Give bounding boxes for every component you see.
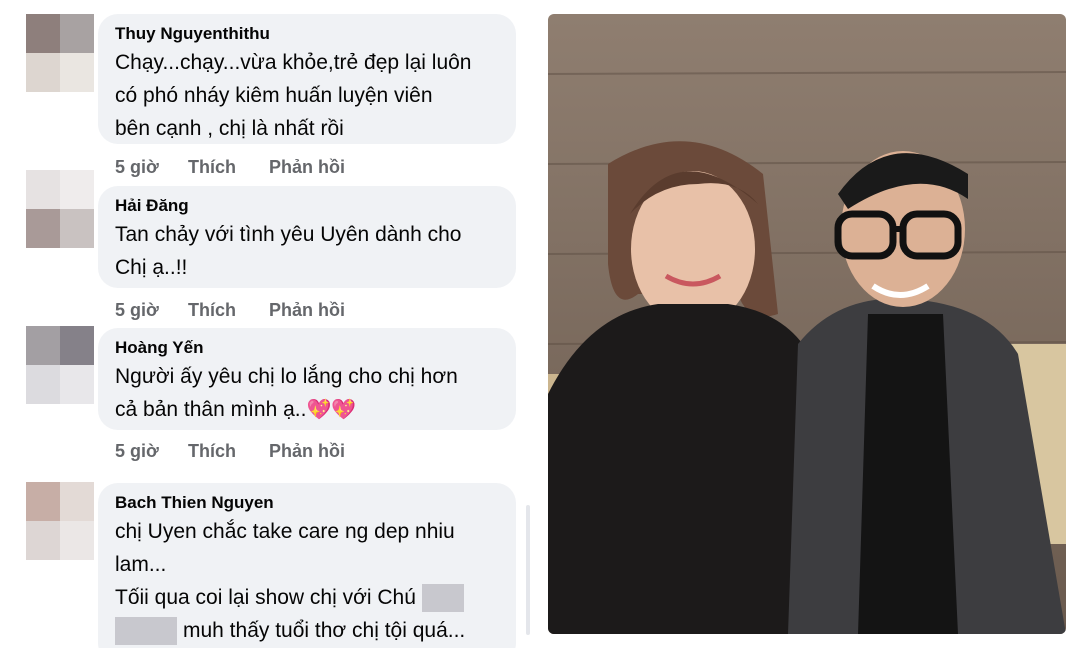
comment-text: muh thấy tuổi thơ chị tội quá... (183, 619, 466, 642)
like-button[interactable]: Thích (188, 300, 236, 321)
comment-thread: Thuy Nguyenthithu Chạy...chạy...vừa khỏe… (0, 0, 540, 648)
avatar[interactable] (26, 170, 94, 248)
comment-text: chị Uyen chắc take care ng dep nhiu (115, 520, 455, 543)
comment-bubble: Hoàng Yến Người ấy yêu chị lo lắng cho c… (98, 328, 516, 430)
avatar[interactable] (26, 482, 94, 560)
redacted-name (421, 584, 464, 613)
comment-text: có phó nháy kiêm huấn luyện viên (115, 84, 433, 107)
comment-text: Tốii qua coi lại show chị với Chú (115, 586, 416, 609)
comment-bubble: Thuy Nguyenthithu Chạy...chạy...vừa khỏe… (98, 14, 516, 144)
comment-text: lam... (115, 553, 167, 576)
comment-bubble: Hải Đăng Tan chảy với tình yêu Uyên dành… (98, 186, 516, 288)
comment-author[interactable]: Hải Đăng (115, 194, 499, 218)
comment-text: Chị ạ..!! (115, 256, 188, 279)
scrollbar[interactable] (526, 505, 530, 635)
reply-button[interactable]: Phản hồi (269, 300, 345, 321)
comment-text: Người ấy yêu chị lo lắng cho chị hơn (115, 365, 458, 388)
comment-author[interactable]: Bach Thien Nguyen (115, 491, 499, 515)
avatar[interactable] (26, 326, 94, 404)
avatar[interactable] (26, 14, 94, 92)
comment-time[interactable]: 5 giờ (115, 300, 159, 321)
comment-author[interactable]: Thuy Nguyenthithu (115, 22, 499, 46)
like-button[interactable]: Thích (188, 157, 236, 178)
heart-emoji-icon: 💖💖 (306, 399, 357, 421)
comment-time[interactable]: 5 giờ (115, 157, 159, 178)
comment-text: cả bản thân mình ạ.. (115, 398, 307, 421)
comment-bubble: Bach Thien Nguyen chị Uyen chắc take car… (98, 483, 516, 648)
comment-text: Chạy...chạy...vừa khỏe,trẻ đẹp lại luôn (115, 51, 472, 74)
photo-two-people (548, 14, 1066, 634)
photo-illustration (548, 14, 1066, 634)
reply-button[interactable]: Phản hồi (269, 441, 345, 462)
comment-text: Tan chảy với tình yêu Uyên dành cho (115, 223, 462, 246)
comment-text: bên cạnh , chị là nhất rồi (115, 117, 344, 140)
comment-time[interactable]: 5 giờ (115, 441, 159, 462)
comment-author[interactable]: Hoàng Yến (115, 336, 499, 360)
reply-button[interactable]: Phản hồi (269, 157, 345, 178)
redacted-name (115, 617, 177, 646)
like-button[interactable]: Thích (188, 441, 236, 462)
